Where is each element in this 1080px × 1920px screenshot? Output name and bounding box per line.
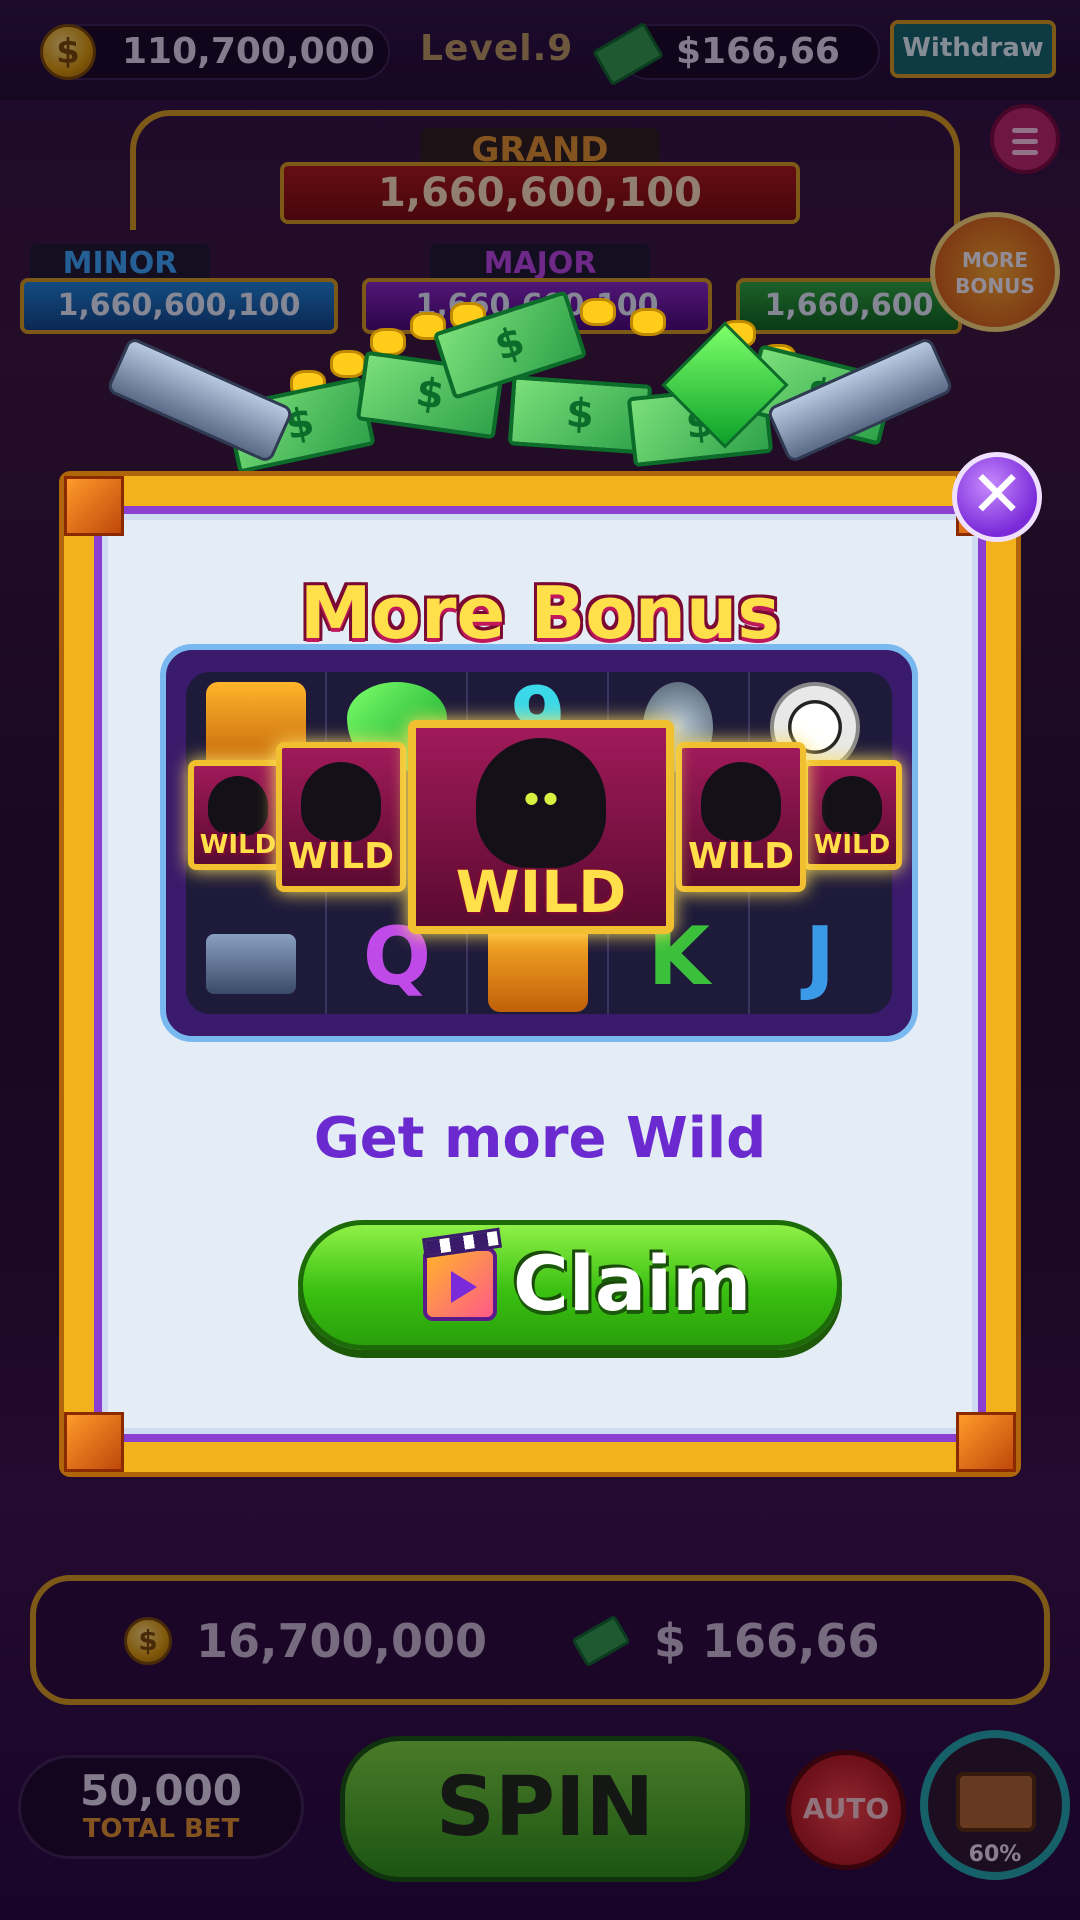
cat-eyes-icon: ● ●	[524, 788, 558, 807]
dialog-title: More Bonus	[299, 571, 781, 655]
wild-card: WILD	[802, 760, 902, 870]
more-bonus-dialog: More Bonus Q 9 K J WILD WILD WILD WILD ●…	[64, 476, 1016, 1472]
reel-preview: Q 9 K J WILD WILD WILD WILD ● ● WILD	[160, 644, 918, 1042]
wild-label: WILD	[288, 836, 394, 877]
wild-card: WILD	[188, 760, 288, 870]
black-cat-icon	[701, 762, 781, 842]
claim-button-label: Claim	[513, 1239, 752, 1328]
safe-icon	[488, 922, 588, 1012]
frame-corner-ornament	[956, 1412, 1016, 1472]
black-cat-icon	[301, 762, 381, 842]
wild-card: WILD	[276, 742, 406, 892]
dialog-subtitle: Get more Wild	[313, 1106, 767, 1171]
symbol-j: J	[805, 910, 835, 1003]
wild-card: WILD	[676, 742, 806, 892]
video-clapper-icon	[421, 1227, 503, 1321]
loot-pile-decoration: $ $ $ $ $ $	[105, 290, 970, 490]
wild-card-featured: ● ● WILD	[408, 720, 674, 934]
black-cat-icon	[822, 776, 882, 836]
revolver-icon	[105, 335, 295, 465]
frame-corner-ornament	[64, 1412, 124, 1472]
wild-label: WILD	[455, 858, 627, 926]
frame-corner-ornament	[64, 476, 124, 536]
close-button[interactable]: ✕	[952, 452, 1042, 542]
wild-label: WILD	[688, 836, 794, 877]
black-cat-icon	[208, 776, 268, 836]
game-screen: $ 110,700,000 Level.9 $166,66 Withdraw G…	[0, 0, 1080, 1920]
claim-button[interactable]: Claim	[298, 1220, 842, 1350]
revolver-icon	[206, 934, 296, 994]
wild-label: WILD	[199, 830, 277, 860]
wild-label: WILD	[813, 830, 891, 860]
